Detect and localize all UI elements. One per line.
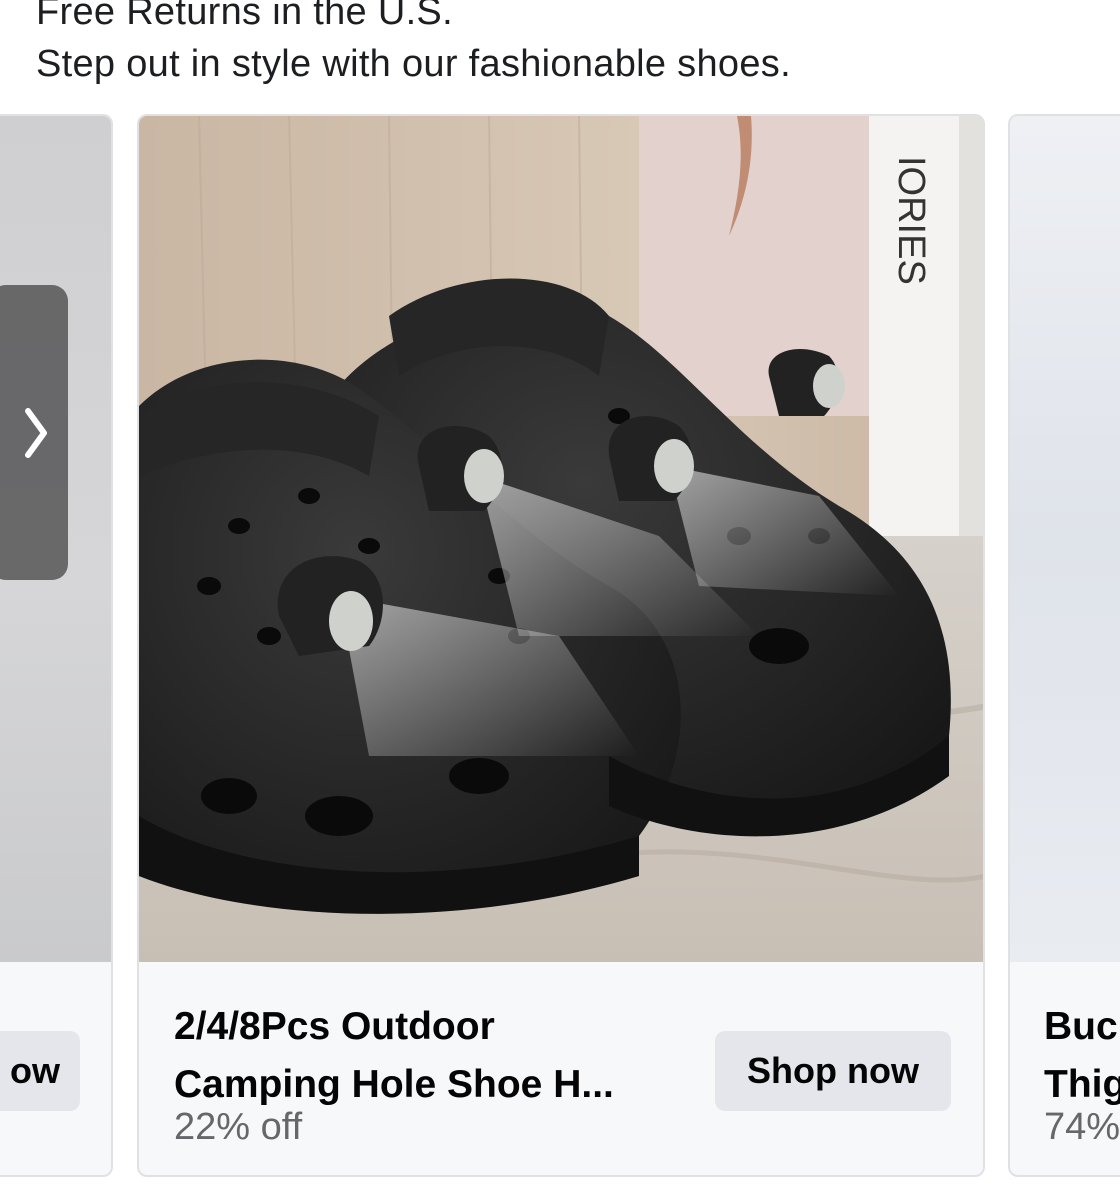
product-title-next[interactable]: Buc Thig bbox=[1044, 998, 1120, 1114]
discount-label-next: 74% bbox=[1044, 1106, 1120, 1148]
carousel-nav-button[interactable] bbox=[0, 285, 68, 580]
ad-body-text: Free Returns in the U.S. Step out in sty… bbox=[36, 0, 791, 90]
carousel-card-current[interactable]: IORIES 2/4/8Pcs Outdoor Camping Hole Sho… bbox=[137, 114, 985, 1177]
book-spine-text: IORIES bbox=[890, 156, 932, 285]
chevron-right-icon bbox=[25, 407, 47, 458]
discount-label: 22% off bbox=[174, 1106, 303, 1148]
shop-now-button[interactable]: Shop now bbox=[715, 1031, 951, 1111]
ad-text-line-2: Step out in style with our fashionable s… bbox=[36, 43, 791, 85]
product-image-next[interactable] bbox=[1010, 116, 1120, 962]
product-title-line-1: 2/4/8Pcs Outdoor bbox=[174, 1005, 495, 1048]
product-photo-shoes: IORIES bbox=[139, 116, 983, 962]
product-title-next-line-1: Buc bbox=[1044, 1005, 1118, 1048]
shop-now-button-previous[interactable]: ow bbox=[0, 1031, 80, 1111]
carousel-card-previous[interactable]: ow bbox=[0, 114, 113, 1177]
ad-post: Free Returns in the U.S. Step out in sty… bbox=[0, 0, 1120, 1200]
ad-text-line-1: Free Returns in the U.S. bbox=[36, 0, 453, 33]
card-footer: 2/4/8Pcs Outdoor Camping Hole Shoe H... … bbox=[139, 962, 983, 1175]
product-image[interactable]: IORIES bbox=[139, 116, 983, 962]
card-footer-next: Buc Thig 74% bbox=[1010, 962, 1120, 1175]
product-title[interactable]: 2/4/8Pcs Outdoor Camping Hole Shoe H... bbox=[174, 998, 694, 1114]
carousel-card-next[interactable]: Buc Thig 74% bbox=[1008, 114, 1120, 1177]
card-footer-previous: ow bbox=[0, 962, 111, 1175]
